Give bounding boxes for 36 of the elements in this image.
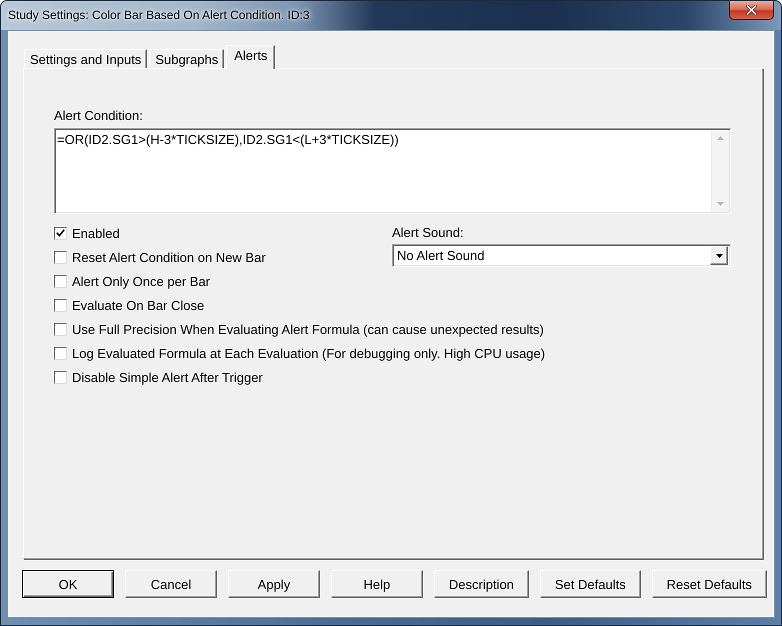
field-label: Alert Sound:	[392, 225, 464, 240]
close-icon	[746, 5, 757, 15]
alert-condition-field[interactable]: =OR(ID2.SG1>(H-3*TICKSIZE),ID2.SG1<(L+3*TICKSIZE))	[54, 128, 731, 214]
checkbox[interactable]	[54, 370, 67, 384]
checkbox-label: Log Evaluated Formula at Each Evaluation (For debugging only. High CPU usage)	[72, 346, 546, 360]
checkbox[interactable]	[54, 250, 67, 264]
close-button[interactable]	[729, 1, 774, 20]
checkbox[interactable]	[54, 274, 67, 288]
checkbox-label: Use Full Precision When Evaluating Alert Formula (can cause unexpected results)	[72, 322, 544, 336]
field-label: Alert Condition:	[54, 108, 143, 123]
checkbox-label: Reset Alert Condition on New Bar	[72, 250, 266, 264]
dialog-button[interactable]: Reset Defaults	[652, 570, 767, 598]
checkbox[interactable]	[54, 322, 67, 336]
checkbox-label: Enabled	[72, 226, 120, 240]
dialog-button[interactable]: Cancel	[124, 570, 217, 598]
dialog-button[interactable]: OK	[22, 570, 114, 598]
checkbox[interactable]	[54, 346, 67, 360]
dialog-button[interactable]: Help	[330, 570, 423, 598]
checkbox-label: Disable Simple Alert After Trigger	[72, 370, 263, 384]
checkbox-label: Evaluate On Bar Close	[72, 298, 204, 312]
caret-icon	[716, 254, 722, 258]
window-title: Study Settings: Color Bar Based On Alert Condition. ID:3	[8, 8, 310, 23]
tab[interactable]: Subgraphs	[149, 49, 224, 68]
checkbox[interactable]	[54, 226, 67, 240]
dialog-button[interactable]: Description	[434, 570, 529, 598]
checkbox[interactable]	[54, 298, 67, 312]
tab[interactable]: Alerts	[226, 45, 276, 69]
scroll-down-icon	[717, 202, 724, 206]
dropdown-button[interactable]	[710, 246, 728, 265]
check-icon	[56, 229, 65, 237]
dialog-button[interactable]: Apply	[228, 570, 320, 598]
checkbox-label: Alert Only Once per Bar	[72, 274, 210, 288]
tab[interactable]: Settings and Inputs	[24, 49, 148, 68]
dialog-button[interactable]: Set Defaults	[540, 570, 641, 598]
scroll-up-icon	[717, 136, 724, 140]
alert-sound-dropdown[interactable]: No Alert Sound	[392, 244, 731, 267]
